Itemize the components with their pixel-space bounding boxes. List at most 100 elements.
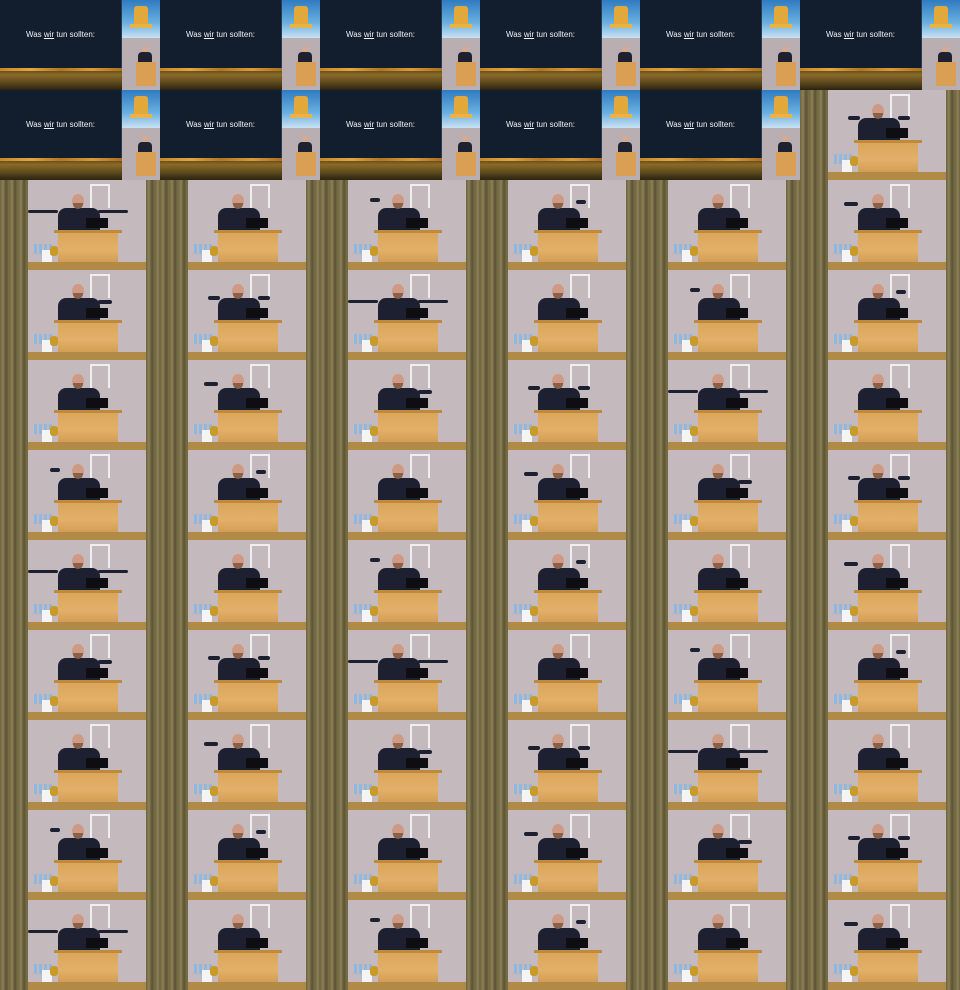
speaker-arm <box>208 656 220 660</box>
laptop <box>86 668 108 678</box>
wall-frame <box>570 454 590 478</box>
stage-curtain <box>480 900 508 990</box>
stage-curtain <box>946 540 960 630</box>
stage-floor <box>188 982 306 990</box>
speaker-frame <box>320 900 480 990</box>
laptop <box>886 218 908 228</box>
stage-floor <box>348 622 466 630</box>
speaker-frame <box>480 900 640 990</box>
stage-floor <box>668 262 786 270</box>
speaker-arm <box>208 296 220 300</box>
stage-floor <box>188 532 306 540</box>
speaker-arm <box>738 390 768 393</box>
stage-curtain <box>306 270 320 360</box>
stage-floor <box>348 892 466 900</box>
wall-frame <box>890 274 910 298</box>
laptop <box>86 488 108 498</box>
speaker-arm <box>738 750 768 753</box>
stage-curtain <box>786 630 800 720</box>
stage-curtain <box>466 900 480 990</box>
figurine <box>850 786 858 796</box>
figurine <box>50 246 58 256</box>
speaker-frame <box>320 630 480 720</box>
stage-curtain <box>306 540 320 630</box>
wall-frame <box>90 544 110 568</box>
stage-curtain <box>306 180 320 270</box>
speaker-arm <box>98 660 112 664</box>
stage-curtain <box>0 270 28 360</box>
slide-caption: Was wir tun sollten: <box>505 120 576 129</box>
wall-frame <box>250 544 270 568</box>
speaker-arm <box>690 648 700 652</box>
figurine <box>690 606 698 616</box>
stage-floor <box>188 442 306 450</box>
speaker-frame <box>800 540 960 630</box>
stage-curtain <box>146 360 160 450</box>
stage-curtain <box>466 630 480 720</box>
stage-floor <box>828 442 946 450</box>
figurine <box>370 426 378 436</box>
laptop <box>566 488 588 498</box>
speaker-frame <box>480 540 640 630</box>
stage-floor <box>188 262 306 270</box>
figurine <box>50 426 58 436</box>
figurine <box>370 876 378 886</box>
laptop <box>246 848 268 858</box>
wheat-field-banner <box>640 68 762 90</box>
figurine <box>210 606 218 616</box>
stage-curtain <box>466 180 480 270</box>
wall-frame <box>90 184 110 208</box>
wall-frame <box>250 814 270 838</box>
stage-curtain <box>320 180 348 270</box>
laptop <box>566 308 588 318</box>
stage-curtain <box>0 810 28 900</box>
laptop <box>246 218 268 228</box>
speaker-arm <box>528 746 540 750</box>
stage-curtain <box>0 360 28 450</box>
stage-curtain <box>466 720 480 810</box>
stage-floor <box>668 352 786 360</box>
slide-frame: Was wir tun sollten: <box>0 90 160 180</box>
figurine <box>690 696 698 706</box>
figurine <box>370 786 378 796</box>
presentation-slide: Was wir tun sollten: <box>480 90 602 158</box>
slide-frame: Was wir tun sollten: <box>160 90 320 180</box>
laptop <box>86 848 108 858</box>
stage-floor <box>508 262 626 270</box>
speaker-arm <box>204 382 218 386</box>
laptop <box>886 668 908 678</box>
figurine <box>370 696 378 706</box>
stage-floor <box>508 982 626 990</box>
wall-frame <box>730 274 750 298</box>
wall-frame <box>410 454 430 478</box>
figurine <box>210 696 218 706</box>
laptop <box>246 758 268 768</box>
stage-curtain <box>786 270 800 360</box>
speaker-frame <box>320 270 480 360</box>
speaker-frame <box>640 540 800 630</box>
presentation-slide: Was wir tun sollten: <box>320 90 442 158</box>
speaker-arm <box>418 750 432 754</box>
stage-curtain <box>306 900 320 990</box>
stage-curtain <box>160 630 188 720</box>
stage-curtain <box>466 360 480 450</box>
wall-frame <box>570 814 590 838</box>
slide-caption: Was wir tun sollten: <box>25 30 96 39</box>
speaker-frame <box>480 360 640 450</box>
speaker-inset <box>442 38 480 90</box>
stage-curtain <box>946 180 960 270</box>
stage-curtain <box>146 810 160 900</box>
speaker-frame <box>480 810 640 900</box>
slide-caption: Was wir tun sollten: <box>185 30 256 39</box>
speaker-arm <box>28 210 58 213</box>
laptop <box>406 488 428 498</box>
stage-curtain <box>786 540 800 630</box>
stage-curtain <box>786 810 800 900</box>
speaker-frame <box>160 720 320 810</box>
laptop <box>726 758 748 768</box>
speaker-frame <box>0 270 160 360</box>
speaker-frame <box>480 720 640 810</box>
stage-floor <box>188 892 306 900</box>
speaker-frame <box>320 360 480 450</box>
stage-curtain <box>320 630 348 720</box>
